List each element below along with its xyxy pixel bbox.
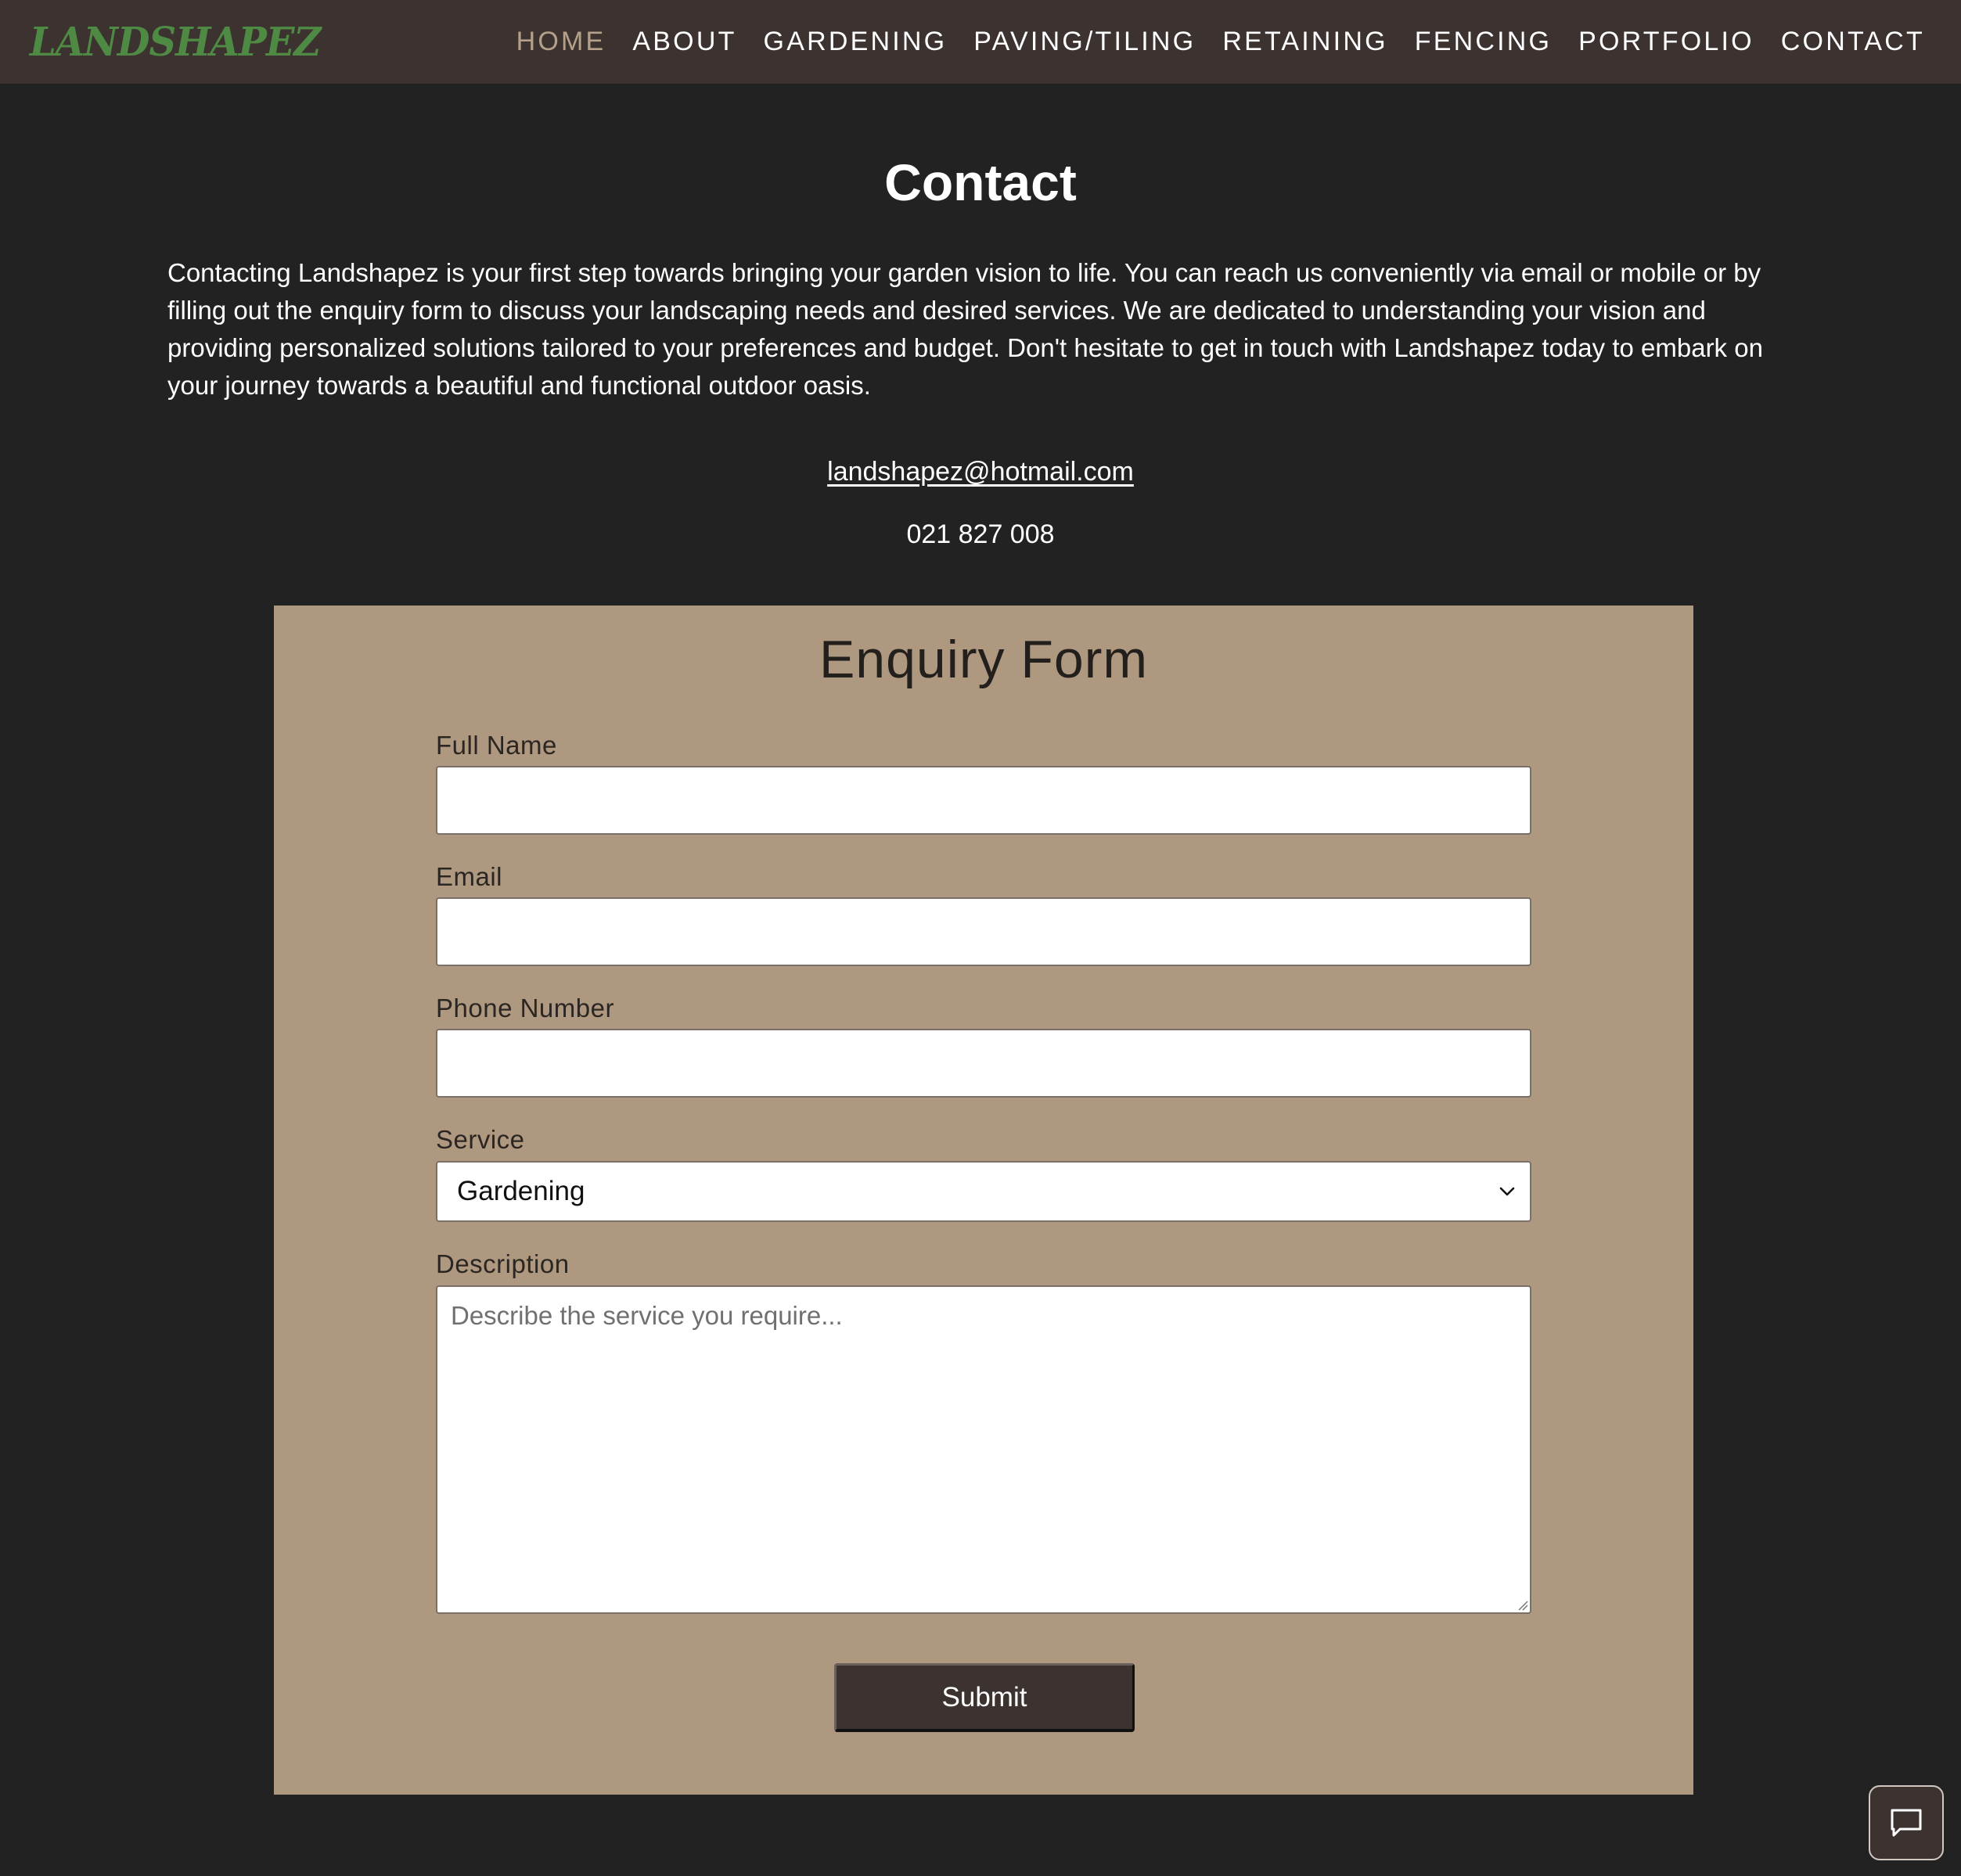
page-title: Contact <box>884 153 1077 211</box>
chevron-down-icon <box>1499 1187 1515 1196</box>
description-textarea[interactable] <box>436 1285 1531 1614</box>
contact-phone: 021 827 008 <box>906 519 1055 549</box>
nav-item-fencing[interactable]: FENCING <box>1415 27 1552 57</box>
nav-item-paving-tiling[interactable]: PAVING/TILING <box>973 27 1196 57</box>
contact-email-link[interactable]: landshapez@hotmail.com <box>827 457 1134 487</box>
nav-item-home[interactable]: HOME <box>516 27 606 57</box>
full-name-label: Full Name <box>436 731 557 760</box>
brand-logo[interactable]: LANDSHAPEZ <box>30 19 321 65</box>
main-nav: HOME ABOUT GARDENING PAVING/TILING RETAI… <box>516 27 1925 57</box>
email-label: Email <box>436 862 503 891</box>
nav-item-retaining[interactable]: RETAINING <box>1222 27 1387 57</box>
service-selected-value: Gardening <box>457 1176 585 1206</box>
service-select[interactable]: Gardening <box>436 1161 1531 1222</box>
nav-item-portfolio[interactable]: PORTFOLIO <box>1578 27 1754 57</box>
full-name-input[interactable] <box>436 766 1531 835</box>
chat-widget-button[interactable] <box>1869 1785 1944 1860</box>
nav-item-contact[interactable]: CONTACT <box>1781 27 1925 57</box>
chat-bubble-icon <box>1891 1809 1922 1837</box>
submit-button[interactable]: Submit <box>834 1663 1135 1732</box>
form-title: Enquiry Form <box>819 630 1149 689</box>
phone-label: Phone Number <box>436 994 614 1022</box>
nav-item-gardening[interactable]: GARDENING <box>764 27 948 57</box>
description-label: Description <box>436 1249 570 1278</box>
contact-email-row: landshapez@hotmail.com <box>0 457 1961 487</box>
resize-grip-icon[interactable] <box>1517 1600 1528 1611</box>
service-label: Service <box>436 1125 525 1154</box>
email-input[interactable] <box>436 897 1531 966</box>
enquiry-form: Enquiry Form Full Name Email Phone Numbe… <box>274 606 1693 1795</box>
nav-item-about[interactable]: ABOUT <box>632 27 736 57</box>
intro-paragraph: Contacting Landshapez is your first step… <box>167 258 1763 400</box>
phone-input[interactable] <box>436 1029 1531 1098</box>
top-navbar: LANDSHAPEZ HOME ABOUT GARDENING PAVING/T… <box>0 0 1961 84</box>
